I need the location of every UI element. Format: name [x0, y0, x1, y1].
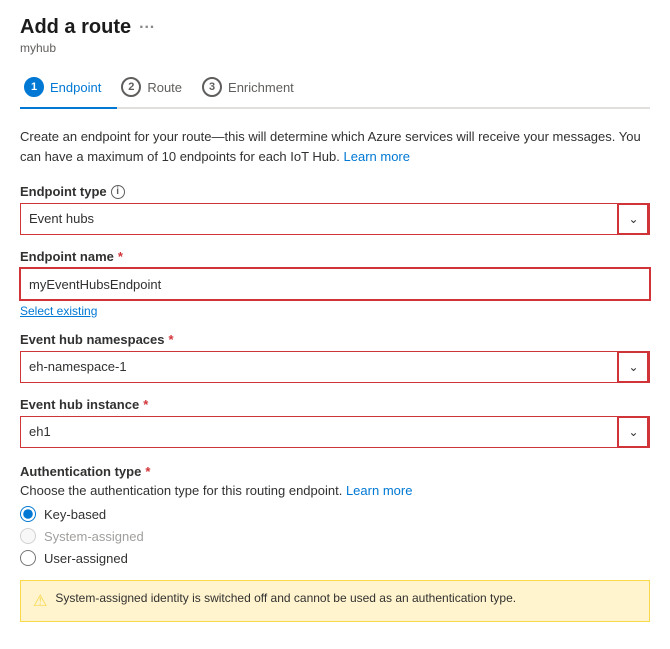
radio-key-based[interactable]: Key-based: [20, 506, 650, 522]
event-hub-instance-field: Event hub instance * eh1 ⌄: [20, 397, 650, 448]
chevron-down-icon-3: ⌄: [628, 425, 638, 439]
radio-system-assigned-label: System-assigned: [44, 529, 144, 544]
endpoint-name-label: Endpoint name: [20, 249, 114, 264]
event-hub-instance-required: *: [143, 397, 148, 412]
step-route[interactable]: 2 Route: [117, 69, 198, 107]
event-hub-namespace-label: Event hub namespaces: [20, 332, 165, 347]
warning-box: ⚠ System-assigned identity is switched o…: [20, 580, 650, 622]
radio-key-based-label: Key-based: [44, 507, 106, 522]
event-hub-instance-dropdown[interactable]: eh1 ⌄: [20, 416, 650, 448]
warning-icon: ⚠: [33, 591, 47, 611]
radio-system-assigned[interactable]: System-assigned: [20, 528, 650, 544]
auth-type-label: Authentication type: [20, 464, 141, 479]
event-hub-instance-chevron-button[interactable]: ⌄: [617, 416, 649, 448]
description-box: Create an endpoint for your route—this w…: [20, 127, 650, 166]
form-section: Endpoint type i Event hubs ⌄ Endpoint na…: [20, 184, 650, 622]
endpoint-name-field: Endpoint name * Select existing: [20, 249, 650, 318]
endpoint-type-info-icon[interactable]: i: [111, 185, 125, 199]
warning-text: System-assigned identity is switched off…: [55, 591, 516, 605]
step-2-circle: 2: [121, 77, 141, 97]
auth-learn-more-link[interactable]: Learn more: [346, 483, 412, 498]
endpoint-type-chevron-button[interactable]: ⌄: [617, 203, 649, 235]
select-existing-link[interactable]: Select existing: [20, 304, 97, 318]
step-1-label: Endpoint: [50, 80, 101, 95]
event-hub-namespace-dropdown[interactable]: eh-namespace-1 ⌄: [20, 351, 650, 383]
endpoint-type-value: Event hubs: [21, 203, 617, 235]
steps-bar: 1 Endpoint 2 Route 3 Enrichment: [20, 69, 650, 109]
step-endpoint[interactable]: 1 Endpoint: [20, 69, 117, 109]
chevron-down-icon: ⌄: [628, 212, 638, 226]
radio-system-assigned-input[interactable]: [20, 528, 36, 544]
radio-user-assigned[interactable]: User-assigned: [20, 550, 650, 566]
event-hub-namespace-value: eh-namespace-1: [21, 351, 617, 383]
auth-type-required: *: [145, 464, 150, 479]
radio-key-based-input[interactable]: [20, 506, 36, 522]
more-options-icon[interactable]: ···: [139, 19, 155, 37]
endpoint-type-label: Endpoint type: [20, 184, 107, 199]
step-enrichment[interactable]: 3 Enrichment: [198, 69, 310, 107]
step-3-label: Enrichment: [228, 80, 294, 95]
description-text: Create an endpoint for your route—this w…: [20, 129, 641, 164]
auth-type-section: Authentication type * Choose the authent…: [20, 464, 650, 566]
endpoint-name-required: *: [118, 249, 123, 264]
radio-user-assigned-label: User-assigned: [44, 551, 128, 566]
chevron-down-icon-2: ⌄: [628, 360, 638, 374]
event-hub-namespace-field: Event hub namespaces * eh-namespace-1 ⌄: [20, 332, 650, 383]
endpoint-name-input[interactable]: [20, 268, 650, 300]
page-title: Add a route: [20, 16, 131, 39]
radio-user-assigned-input[interactable]: [20, 550, 36, 566]
step-3-circle: 3: [202, 77, 222, 97]
event-hub-instance-value: eh1: [21, 416, 617, 448]
endpoint-type-dropdown[interactable]: Event hubs ⌄: [20, 203, 650, 235]
page-subtitle: myhub: [20, 41, 650, 55]
event-hub-namespace-required: *: [169, 332, 174, 347]
auth-radio-group: Key-based System-assigned User-assigned: [20, 506, 650, 566]
learn-more-link[interactable]: Learn more: [344, 149, 410, 164]
step-2-label: Route: [147, 80, 182, 95]
event-hub-instance-label: Event hub instance: [20, 397, 139, 412]
auth-description: Choose the authentication type for this …: [20, 483, 650, 498]
event-hub-namespace-chevron-button[interactable]: ⌄: [617, 351, 649, 383]
step-1-circle: 1: [24, 77, 44, 97]
endpoint-type-field: Endpoint type i Event hubs ⌄: [20, 184, 650, 235]
